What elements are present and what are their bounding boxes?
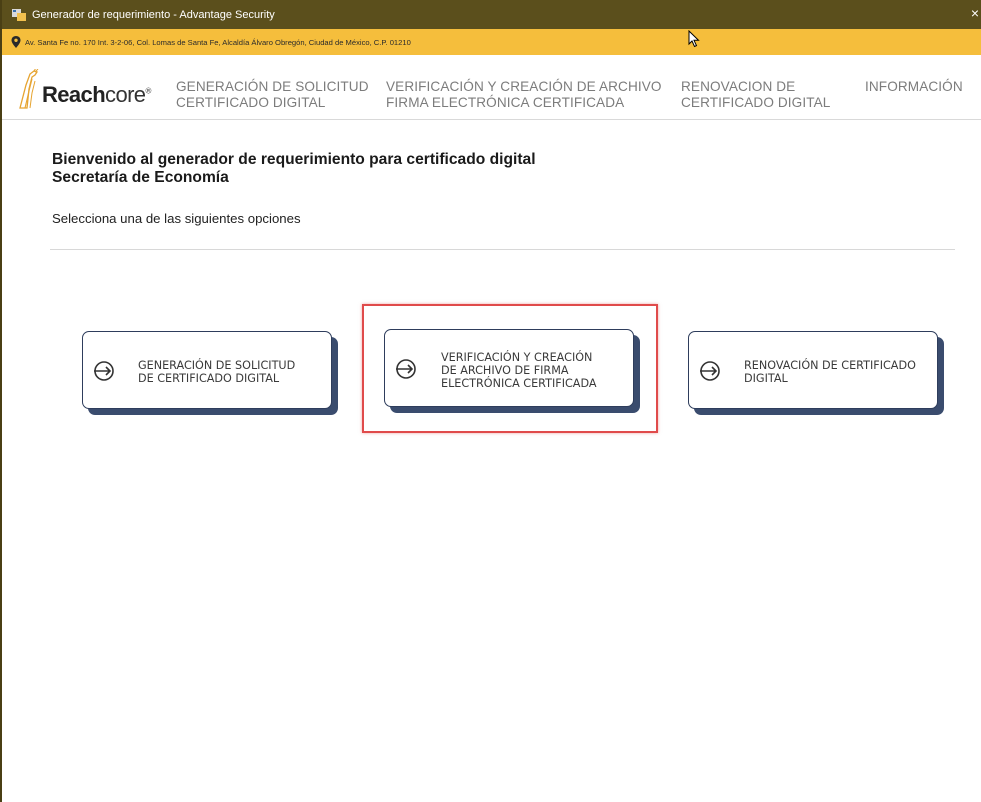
page-title: Bienvenido al generador de requerimiento… [52, 151, 536, 187]
nav-item-label: RENOVACION DE [681, 79, 796, 94]
close-button[interactable]: × [971, 6, 979, 20]
nav-item-renovacion[interactable]: RENOVACION DE CERTIFICADO DIGITAL [681, 79, 830, 111]
nav-item-label: FIRMA ELECTRÓNICA CERTIFICADA [386, 95, 625, 110]
reachcore-logo[interactable]: Reachcore® [16, 69, 161, 109]
nav-item-label: GENERACIÓN DE SOLICITUD [176, 79, 369, 94]
app-window: Generador de requerimiento - Advantage S… [0, 0, 981, 802]
arrow-right-circle-icon [700, 361, 720, 381]
option-card-verificacion[interactable]: VERIFICACIÓN Y CREACIÓN DE ARCHIVO DE FI… [384, 329, 634, 407]
arrow-right-circle-icon [396, 359, 416, 379]
nav-item-verificacion[interactable]: VERIFICACIÓN Y CREACIÓN DE ARCHIVO FIRMA… [386, 79, 662, 111]
nav-item-label: INFORMACIÓN [865, 79, 963, 94]
app-icon [12, 8, 26, 21]
card-label: RENOVACIÓN DE CERTIFICADO DIGITAL [744, 359, 916, 385]
welcome-line: Bienvenido al generador de requerimiento… [52, 151, 536, 168]
arrow-right-circle-icon [94, 361, 114, 381]
divider [50, 249, 955, 250]
address-bar: Av. Santa Fe no. 170 Int. 3-2-06, Col. L… [2, 29, 981, 55]
location-pin-icon [11, 36, 21, 48]
logo-text: Reachcore® [42, 82, 151, 107]
nav-item-generacion[interactable]: GENERACIÓN DE SOLICITUD CERTIFICADO DIGI… [176, 79, 369, 111]
nav-item-label: CERTIFICADO DIGITAL [176, 95, 326, 110]
option-card-renovacion[interactable]: RENOVACIÓN DE CERTIFICADO DIGITAL [688, 331, 938, 409]
nav-item-label: VERIFICACIÓN Y CREACIÓN DE ARCHIVO [386, 79, 662, 94]
nav-item-informacion[interactable]: INFORMACIÓN [865, 79, 963, 95]
nav-item-label: CERTIFICADO DIGITAL [681, 95, 831, 110]
window-title: Generador de requerimiento - Advantage S… [32, 8, 275, 21]
instructions-text: Selecciona una de las siguientes opcione… [52, 211, 301, 226]
card-label: GENERACIÓN DE SOLICITUD DE CERTIFICADO D… [138, 359, 296, 385]
welcome-subline: Secretaría de Economía [52, 169, 229, 186]
header-nav: Reachcore® GENERACIÓN DE SOLICITUD CERTI… [2, 55, 981, 120]
title-bar: Generador de requerimiento - Advantage S… [2, 0, 981, 29]
option-card-generacion[interactable]: GENERACIÓN DE SOLICITUD DE CERTIFICADO D… [82, 331, 332, 409]
address-text: Av. Santa Fe no. 170 Int. 3-2-06, Col. L… [25, 37, 411, 47]
card-label: VERIFICACIÓN Y CREACIÓN DE ARCHIVO DE FI… [441, 351, 597, 390]
mouse-cursor-icon [688, 30, 700, 48]
